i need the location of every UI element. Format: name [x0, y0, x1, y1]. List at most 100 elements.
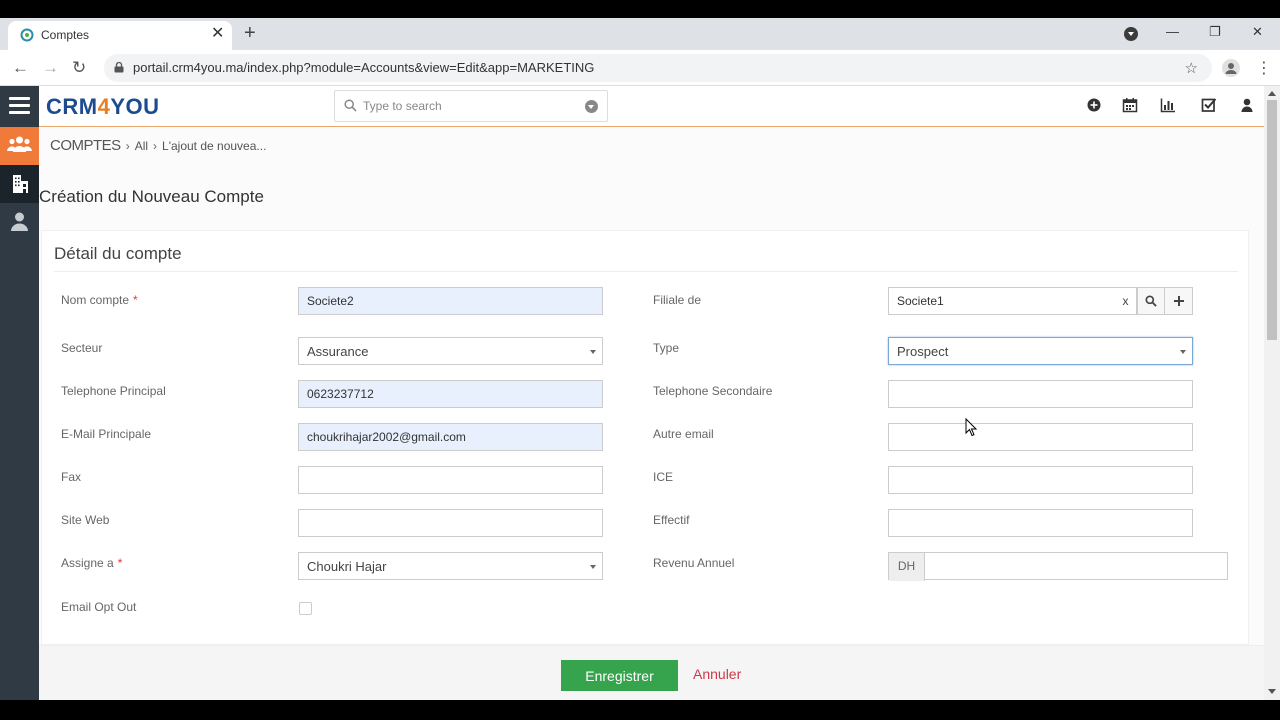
app-sidebar — [0, 127, 39, 700]
account-detail-card: Détail du compte Nom compte* Filiale de … — [41, 230, 1249, 645]
calendar-icon[interactable] — [1122, 97, 1138, 113]
save-button[interactable]: Enregistrer — [561, 660, 678, 691]
hamburger-icon-bar — [9, 104, 30, 107]
currency-addon: DH — [889, 553, 925, 581]
add-filiale-button[interactable] — [1164, 287, 1193, 315]
revenu-input[interactable] — [926, 553, 1226, 579]
address-bar: ← → ↻ portail.crm4you.ma/index.php?modul… — [0, 50, 1280, 86]
search-dropdown-icon[interactable] — [585, 100, 598, 113]
breadcrumb-module[interactable]: COMPTES — [50, 137, 121, 154]
page-scrollbar[interactable] — [1264, 86, 1280, 700]
search-filiale-button[interactable] — [1137, 287, 1165, 315]
ice-input[interactable] — [888, 466, 1193, 494]
secteur-label: Secteur — [61, 341, 103, 355]
tel-secondaire-input[interactable] — [888, 380, 1193, 408]
cancel-link[interactable]: Annuler — [693, 666, 741, 682]
account-icon[interactable] — [1222, 59, 1240, 77]
effectif-input[interactable] — [888, 509, 1193, 537]
tel-principal-input[interactable] — [298, 380, 603, 408]
autre-email-label: Autre email — [653, 427, 714, 441]
main-content: COMPTES › All › L'ajout de nouvea... Créatio… — [39, 127, 1264, 700]
menu-toggle-button[interactable] — [0, 86, 39, 127]
bookmark-star-icon[interactable]: ☆ — [1185, 59, 1198, 77]
section-title: Détail du compte — [54, 244, 182, 263]
crm-favicon-icon — [20, 28, 34, 42]
form-actions-bar: Enregistrer Annuler — [39, 645, 1264, 700]
user-profile-icon[interactable] — [1239, 97, 1255, 113]
tel-principal-label: Telephone Principal — [61, 384, 166, 398]
site-web-input[interactable] — [298, 509, 603, 537]
assigne-label: Assigne a * — [61, 556, 122, 570]
tasks-check-icon[interactable] — [1201, 97, 1217, 113]
search-icon — [1145, 295, 1157, 307]
back-icon[interactable]: ← — [12, 58, 29, 78]
email-opt-out-checkbox[interactable] — [299, 602, 312, 615]
effectif-label: Effectif — [653, 513, 690, 527]
breadcrumb: COMPTES › All › L'ajout de nouvea... — [50, 137, 266, 154]
caret-down-icon — [590, 350, 596, 354]
sidebar-item-contacts[interactable] — [0, 127, 39, 165]
profile-dropdown-icon[interactable] — [1124, 27, 1138, 41]
close-tab-icon[interactable]: ✕ — [211, 25, 224, 43]
scroll-down-icon[interactable] — [1268, 689, 1276, 694]
url-field[interactable]: portail.crm4you.ma/index.php?module=Acco… — [104, 54, 1212, 82]
crm4you-logo[interactable]: CRM4YOU — [46, 94, 160, 120]
search-input[interactable] — [363, 96, 583, 116]
type-select[interactable]: Prospect — [888, 337, 1193, 365]
reports-chart-icon[interactable] — [1160, 97, 1176, 113]
revenu-field: DH — [888, 552, 1228, 581]
nom-compte-label-text: Nom compte — [61, 293, 130, 307]
restore-icon[interactable]: ❐ — [1209, 24, 1221, 40]
close-window-icon[interactable]: ✕ — [1252, 24, 1263, 40]
filiale-lookup: x — [888, 287, 1193, 315]
reload-icon[interactable]: ↻ — [72, 58, 86, 78]
fax-label: Fax — [61, 470, 82, 484]
group-users-icon — [7, 136, 32, 152]
secteur-select[interactable]: Assurance — [298, 337, 603, 365]
chevron-right-icon: › — [125, 139, 130, 153]
email-principale-label: E-Mail Principale — [61, 427, 152, 441]
scroll-up-icon[interactable] — [1268, 91, 1276, 96]
plus-icon — [1173, 296, 1184, 306]
assigne-label-text: Assigne a — [61, 556, 114, 570]
app-header: CRM4YOU — [0, 86, 1264, 127]
assigne-select[interactable]: Choukri Hajar — [298, 552, 603, 580]
sidebar-item-accounts[interactable] — [0, 165, 39, 203]
email-opt-out-label: Email Opt Out — [61, 600, 137, 614]
required-marker: * — [117, 556, 123, 570]
nom-compte-label: Nom compte * — [61, 293, 138, 307]
browser-tabbar: Comptes ✕ + — ❐ ✕ — [0, 0, 1280, 50]
secteur-value: Assurance — [307, 344, 369, 359]
section-divider — [54, 271, 1238, 272]
tab-title: Comptes — [41, 28, 90, 42]
forward-icon[interactable]: → — [42, 58, 59, 78]
sidebar-item-user[interactable] — [0, 203, 39, 241]
clear-filiale-button[interactable]: x — [1115, 287, 1137, 315]
chevron-right-icon: › — [153, 139, 158, 153]
nom-compte-input[interactable] — [298, 287, 603, 315]
filiale-input[interactable] — [888, 287, 1116, 315]
logo-text-you: YOU — [110, 94, 160, 119]
logo-text-crm: CRM — [46, 94, 98, 119]
new-tab-icon[interactable]: + — [244, 22, 256, 44]
email-principale-input[interactable] — [298, 423, 603, 451]
hamburger-icon-bar — [9, 111, 30, 114]
tel-secondaire-label: Telephone Secondaire — [653, 384, 773, 398]
page-title: Création du Nouveau Compte — [39, 187, 264, 206]
assigne-value: Choukri Hajar — [307, 559, 387, 574]
type-label: Type — [653, 341, 680, 355]
mouse-cursor-icon — [965, 418, 977, 437]
building-icon — [13, 175, 28, 193]
scroll-thumb[interactable] — [1267, 100, 1277, 340]
ice-label: ICE — [653, 470, 674, 484]
browser-menu-icon[interactable]: ⋮ — [1256, 58, 1272, 78]
url-text: portail.crm4you.ma/index.php?module=Acco… — [133, 60, 595, 75]
caret-down-icon — [1180, 350, 1186, 354]
quick-create-icon[interactable] — [1086, 97, 1102, 113]
breadcrumb-filter[interactable]: All — [135, 139, 148, 153]
autre-email-input[interactable] — [888, 423, 1193, 451]
hamburger-icon — [9, 97, 30, 100]
fax-input[interactable] — [298, 466, 603, 494]
minimize-icon[interactable]: — — [1166, 24, 1179, 39]
browser-tab-comptes[interactable]: Comptes ✕ — [8, 21, 232, 50]
